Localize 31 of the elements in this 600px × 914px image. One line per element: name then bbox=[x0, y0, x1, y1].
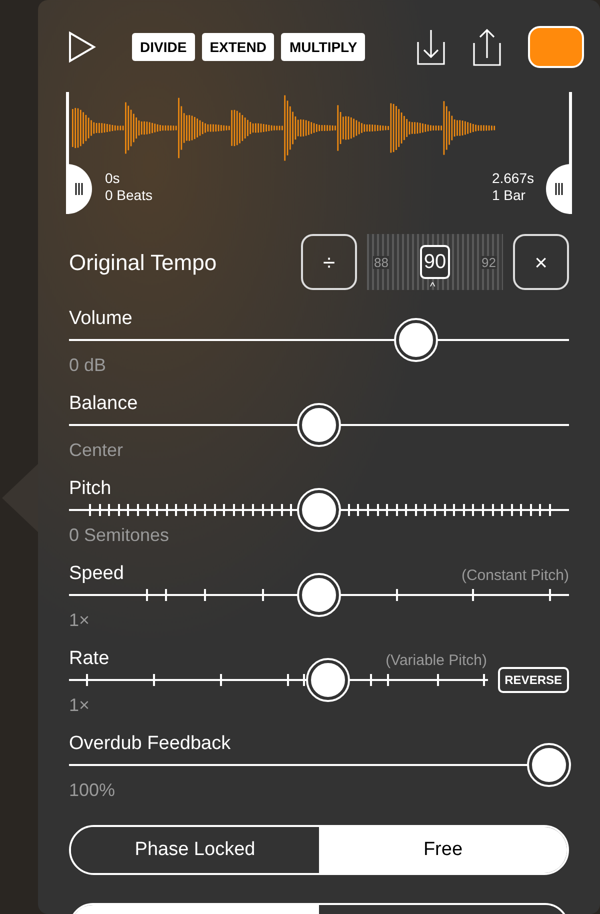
slider-value: Center bbox=[69, 441, 124, 459]
slider-value: 1× bbox=[69, 611, 91, 629]
toolbar-button[interactable]: MULTIPLY bbox=[281, 33, 366, 61]
tempo-previous-value: 88 bbox=[373, 256, 390, 268]
segment-option[interactable]: Free bbox=[319, 827, 567, 873]
slider-value: 0 dB bbox=[69, 356, 108, 374]
toolbar-button[interactable]: EXTEND bbox=[202, 33, 274, 61]
slider-label: Balance bbox=[69, 394, 138, 413]
slider-value: 100% bbox=[69, 781, 116, 799]
reverse-button[interactable]: REVERSE bbox=[498, 667, 569, 693]
loop-start-time: 0s bbox=[105, 170, 121, 187]
divide-tempo-button[interactable]: ÷ bbox=[301, 234, 357, 290]
loop-start-beats: 0 Beats bbox=[105, 187, 152, 204]
toolbar-button[interactable]: DIVIDE bbox=[132, 33, 195, 61]
loop-end-beats: 1 Bar bbox=[492, 187, 526, 204]
slider-note: (Variable Pitch) bbox=[386, 653, 487, 668]
slider-label: Pitch bbox=[69, 479, 112, 498]
tempo-caret: ^ bbox=[430, 282, 436, 293]
slider-label: Speed bbox=[69, 564, 124, 583]
slider-label: Rate bbox=[69, 649, 110, 668]
tempo-label: Original Tempo bbox=[69, 248, 217, 277]
slider-label: Overdub Feedback bbox=[69, 734, 231, 753]
slider-value: 0 Semitones bbox=[69, 526, 170, 544]
tempo-value: 90 bbox=[420, 245, 450, 279]
slider-note: (Constant Pitch) bbox=[461, 568, 569, 583]
slider-value: 1× bbox=[69, 696, 91, 714]
loop-end-time: 2.667s bbox=[492, 170, 534, 187]
tempo-wheel[interactable]: 88 90 92 ^ bbox=[367, 234, 503, 290]
tempo-next-value: 92 bbox=[480, 256, 497, 268]
multiply-tempo-button[interactable]: × bbox=[513, 234, 569, 290]
slider-label: Volume bbox=[69, 309, 132, 328]
